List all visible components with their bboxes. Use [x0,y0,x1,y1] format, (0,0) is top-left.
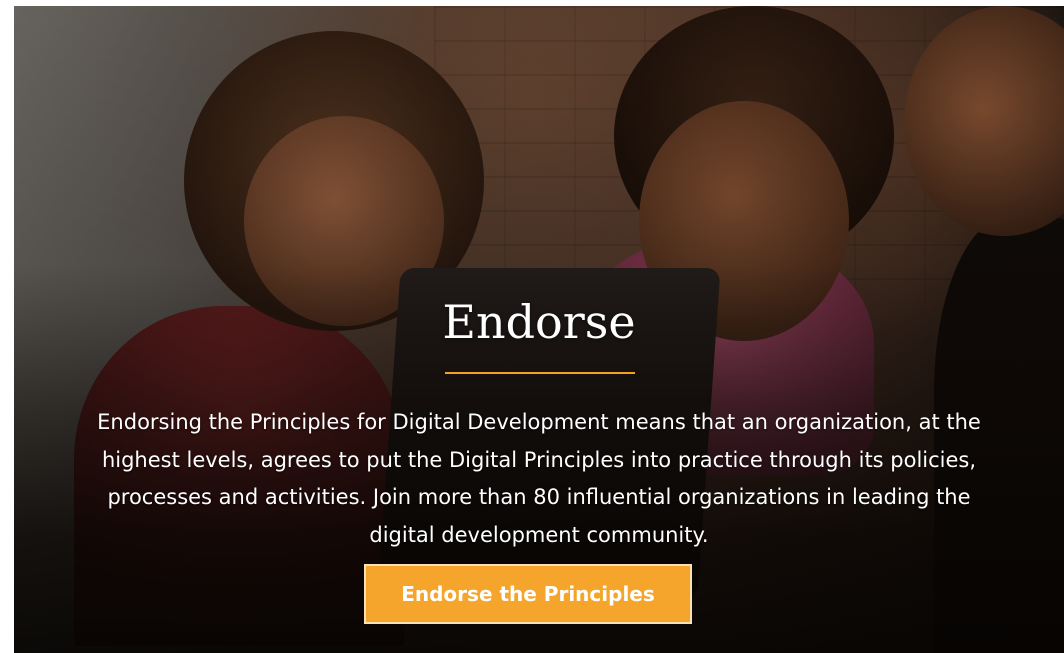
hero-heading: Endorse [442,295,636,349]
hero-description: Endorsing the Principles for Digital Dev… [97,410,981,547]
endorse-principles-button[interactable]: Endorse the Principles [364,564,692,624]
heading-divider [445,372,635,374]
endorse-hero-section: Endorse Endorsing the Principles for Dig… [14,6,1064,653]
